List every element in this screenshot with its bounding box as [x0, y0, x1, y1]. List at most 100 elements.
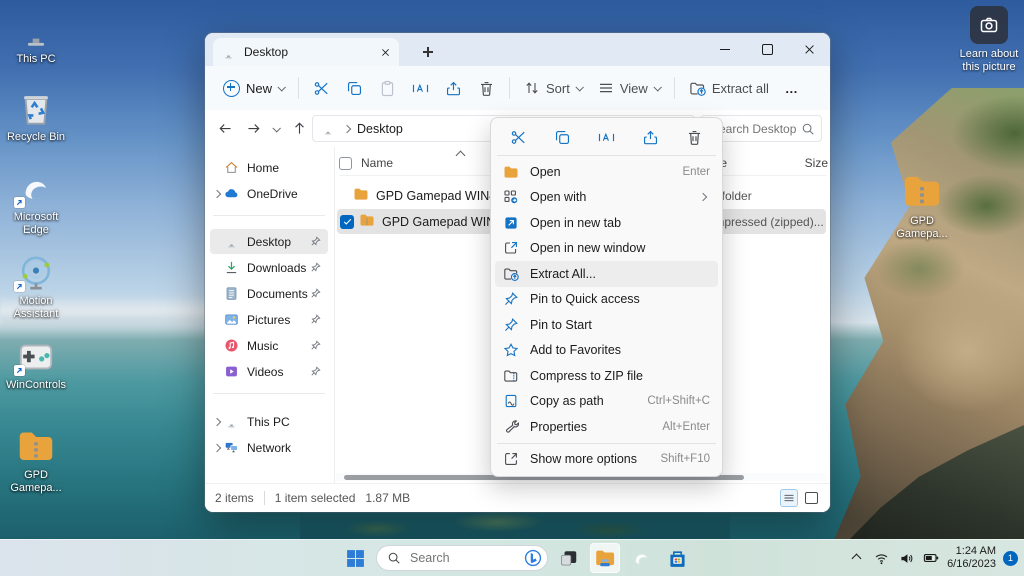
menu-shortcut: Enter [683, 166, 711, 178]
pin-icon [309, 261, 322, 274]
new-button-label: New [246, 81, 272, 96]
more-options-button[interactable]: … [777, 75, 807, 102]
menu-item-copy-as-path[interactable]: Copy as path Ctrl+Shift+C [495, 389, 718, 415]
file-explorer-taskbar-button[interactable] [590, 543, 620, 573]
select-all-checkbox[interactable] [339, 157, 352, 170]
notification-badge[interactable]: 1 [1003, 551, 1018, 566]
sidebar-item-videos[interactable]: Videos [210, 359, 328, 384]
back-button[interactable] [211, 116, 239, 142]
forward-button[interactable] [239, 116, 267, 142]
shortcut-arrow-icon [14, 281, 25, 292]
zip-folder-icon [15, 426, 57, 466]
menu-item-label: Extract All... [530, 267, 710, 281]
item-count: 2 items [215, 491, 254, 505]
system-tray: 1:24 AM 6/16/2023 1 [847, 540, 1018, 576]
menu-item-open[interactable]: Open Enter [495, 159, 718, 185]
desktop-icon-microsoft-edge[interactable]: Microsoft Edge [0, 168, 72, 237]
rename-icon[interactable] [593, 124, 621, 150]
menu-item-open-with[interactable]: Open with [495, 185, 718, 211]
menu-item-label: Copy as path [530, 394, 647, 408]
sidebar-item-home[interactable]: Home [210, 155, 328, 180]
breadcrumb-item-desktop[interactable]: Desktop [357, 122, 403, 136]
taskbar-search-input[interactable] [408, 550, 524, 566]
sidebar-item-music[interactable]: Music [210, 333, 328, 358]
clock[interactable]: 1:24 AM 6/16/2023 [947, 545, 996, 571]
chevron-right-icon[interactable] [210, 419, 224, 425]
chevron-right-icon[interactable] [210, 445, 224, 451]
new-button[interactable]: New [215, 74, 292, 103]
menu-item-pin-to-start[interactable]: Pin to Start [495, 312, 718, 338]
menu-item-open-in-new-window[interactable]: Open in new window [495, 236, 718, 262]
wifi-icon[interactable] [872, 549, 890, 567]
desktop-icon-wincontrols[interactable]: WinControls [0, 336, 72, 392]
menu-item-open-in-new-tab[interactable]: Open in new tab [495, 210, 718, 236]
desktop-icon-label: GPD Gamepa... [896, 215, 947, 240]
copy-button[interactable] [338, 74, 371, 103]
music-icon [224, 338, 239, 353]
desktop-icon-motion-assistant[interactable]: Motion Assistant [0, 252, 72, 321]
sidebar-item-pictures[interactable]: Pictures [210, 307, 328, 332]
taskbar: 1:24 AM 6/16/2023 1 [0, 539, 1024, 576]
sidebar-item-label: Downloads [247, 261, 309, 275]
extract-all-button[interactable]: Extract all [681, 74, 777, 103]
taskbar-search[interactable] [376, 545, 548, 571]
start-button[interactable] [340, 543, 370, 573]
cut-button[interactable] [305, 74, 338, 103]
paste-button[interactable] [371, 74, 404, 103]
new-tab-button[interactable] [417, 41, 439, 63]
delete-button[interactable] [470, 74, 503, 103]
sidebar-item-documents[interactable]: Documents [210, 281, 328, 306]
pin-icon [503, 317, 519, 333]
checkbox-checked[interactable] [340, 215, 354, 229]
file-explorer-icon [594, 547, 616, 569]
chevron-right-icon [343, 124, 351, 132]
learn-about-picture-widget[interactable]: Learn about this picture [958, 6, 1020, 74]
chevron-right-icon[interactable] [210, 191, 224, 197]
sidebar-item-onedrive[interactable]: OneDrive [210, 181, 328, 206]
desktop-icon-gpd-zip[interactable]: GPD Gamepa... [0, 426, 72, 495]
minimize-button[interactable] [704, 33, 746, 66]
tab-close-icon[interactable] [381, 48, 390, 57]
sidebar-item-network[interactable]: Network [210, 435, 328, 460]
battery-icon[interactable] [922, 549, 940, 567]
recent-locations-button[interactable] [267, 116, 285, 142]
details-view-button[interactable] [780, 489, 798, 507]
share-icon[interactable] [636, 124, 664, 150]
delete-icon[interactable] [680, 124, 708, 150]
menu-shortcut: Alt+Enter [662, 421, 710, 433]
sidebar-item-desktop[interactable]: Desktop [210, 229, 328, 254]
large-icons-view-button[interactable] [802, 489, 820, 507]
sidebar-item-label: Home [247, 161, 328, 175]
rename-button[interactable] [404, 74, 437, 103]
column-header-name[interactable]: Name [361, 156, 393, 170]
volume-icon[interactable] [897, 549, 915, 567]
close-button[interactable] [788, 33, 830, 66]
desktop-icon-gpd-zip-right[interactable]: GPD Gamepa... [886, 172, 958, 241]
menu-item-add-to-favorites[interactable]: Add to Favorites [495, 338, 718, 364]
task-view-button[interactable] [554, 543, 584, 573]
menu-item-compress-to-zip[interactable]: Compress to ZIP file [495, 363, 718, 389]
column-header-size[interactable]: Size [805, 156, 828, 170]
menu-item-extract-all[interactable]: Extract All... [495, 261, 718, 287]
menu-item-show-more-options[interactable]: Show more options Shift+F10 [495, 447, 718, 473]
store-taskbar-button[interactable] [662, 543, 692, 573]
sort-button[interactable]: Sort [516, 74, 590, 102]
menu-item-properties[interactable]: Properties Alt+Enter [495, 414, 718, 440]
desktop-icon-recycle-bin[interactable]: Recycle Bin [0, 88, 72, 144]
new-tab-icon [503, 215, 519, 231]
maximize-button[interactable] [746, 33, 788, 66]
folder-icon [503, 164, 519, 180]
pin-icon [503, 291, 519, 307]
sidebar-item-this-pc[interactable]: This PC [210, 409, 328, 434]
view-button[interactable]: View [590, 74, 668, 102]
menu-item-pin-to-quick-access[interactable]: Pin to Quick access [495, 287, 718, 313]
edge-taskbar-button[interactable] [626, 543, 656, 573]
sidebar-item-downloads[interactable]: Downloads [210, 255, 328, 280]
cut-icon[interactable] [505, 124, 533, 150]
hidden-icons-chevron[interactable] [847, 549, 865, 567]
share-button[interactable] [437, 74, 470, 103]
desktop-icon-this-pc[interactable]: This PC [0, 10, 72, 66]
up-button[interactable] [285, 116, 313, 142]
tab-desktop[interactable]: Desktop [213, 38, 399, 66]
copy-icon[interactable] [549, 124, 577, 150]
